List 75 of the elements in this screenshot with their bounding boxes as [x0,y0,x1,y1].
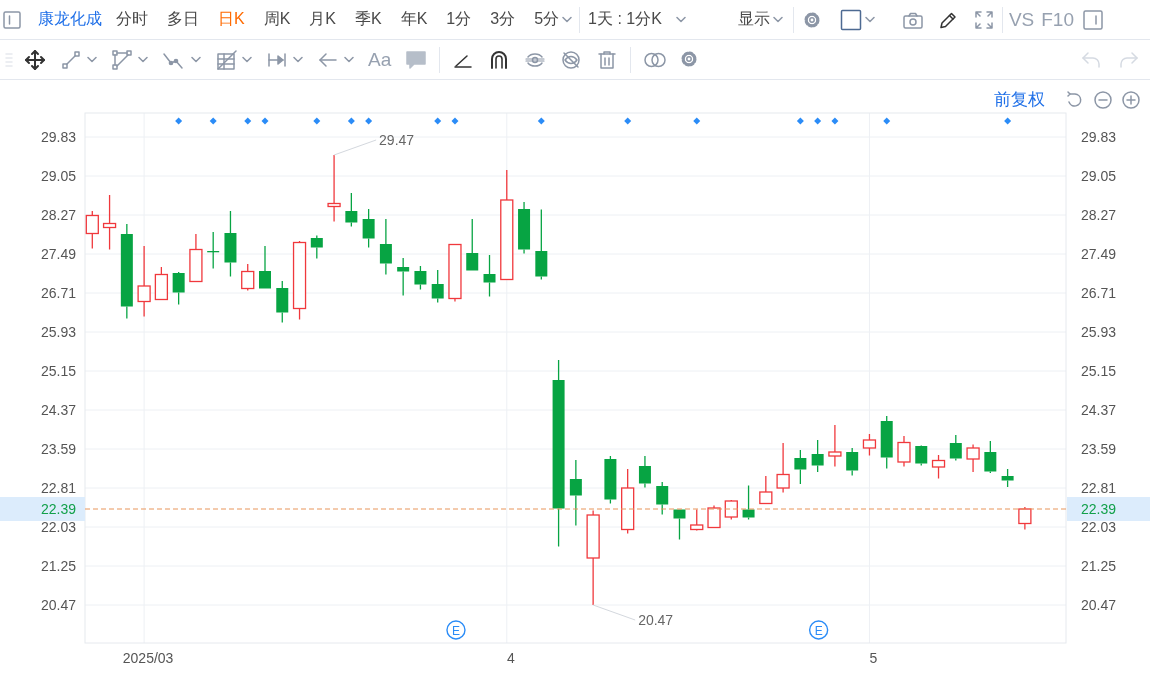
axis-label: 23.59 [40,441,76,457]
axis-label: 29.05 [40,168,76,184]
axis-label: 25.93 [1081,324,1117,340]
price-label: 29.47 [379,132,415,148]
last-price-label: 22.39 [0,497,85,521]
caret-icon[interactable] [242,56,252,63]
square-icon[interactable] [839,8,862,31]
expand-icon[interactable] [973,9,994,30]
axis-label: 27.49 [1081,246,1117,262]
period-tab[interactable]: 分时 [116,9,148,30]
caret-icon[interactable] [675,16,686,23]
axis-label: 21.25 [40,558,76,574]
caret-icon[interactable] [87,56,97,63]
adjustment-toggle[interactable]: 前复权 [994,88,1045,111]
axis-label: 27.49 [40,246,76,262]
date-label: 4 [506,650,515,666]
axis-label: 26.71 [40,285,76,301]
display-dropdown[interactable]: 显示 [737,9,783,30]
eye-off-icon[interactable] [560,48,583,71]
caret-icon[interactable] [138,56,148,63]
grid-drawing-icon[interactable] [215,48,237,71]
candlestick [448,243,462,303]
axis-label: 20.47 [1081,597,1117,613]
interval-dropdown[interactable]: 1天 : 1分K [588,9,686,30]
leader-line [592,604,636,621]
zoom-in-icon[interactable] [1121,89,1141,110]
price-label: 20.47 [638,612,674,628]
axis-label: 22.81 [1081,480,1117,496]
axis-label: 22.81 [40,480,76,496]
candlestick [811,439,824,473]
date-label: 2025/03 [122,650,174,666]
annotation: E [814,623,823,638]
polygon-icon[interactable] [111,48,133,71]
period-tab[interactable]: 年K [400,9,428,30]
comment-icon[interactable] [405,48,428,71]
axis-label: 22.03 [1081,519,1117,535]
axis-label: 20.47 [40,597,76,613]
axis-label: 21.25 [1081,558,1117,574]
caret-icon[interactable] [562,16,573,23]
caret-icon[interactable] [293,56,303,63]
annotation: E [451,623,460,638]
line-segment-icon[interactable] [60,48,82,71]
date-label: 5 [869,650,878,666]
axis-label: 29.83 [40,129,76,145]
leader-line [333,139,377,156]
trash-icon[interactable] [596,48,619,71]
period-tab[interactable]: 季K [355,9,382,30]
period-tab[interactable]: 周K [263,9,291,30]
sidebar-icon[interactable] [2,9,22,30]
axis-label: 24.37 [40,402,76,418]
axis-label: 24.37 [1081,402,1117,418]
last-price-label: 22.39 [1067,497,1150,521]
period-tab[interactable]: 多日 [167,9,199,30]
axis-label: 26.71 [1081,285,1117,301]
caret-icon[interactable] [864,16,875,23]
move-icon[interactable] [24,48,46,71]
axis-label: 28.27 [40,207,76,223]
period-tab[interactable]: 5分 [534,9,573,30]
period-tab[interactable]: 3分 [490,9,516,30]
stock-name[interactable]: 康龙化成 [38,9,102,30]
axis-label: 23.59 [1081,441,1117,457]
axis-label: 25.15 [1081,363,1117,379]
period-tab[interactable]: 1分 [446,9,472,30]
caret-icon[interactable] [191,56,201,63]
axis-label: 25.15 [40,363,76,379]
axis-label: 28.27 [1081,207,1117,223]
caret-icon[interactable] [344,56,354,63]
axis-label: 29.83 [1081,129,1117,145]
period-tab[interactable]: 月K [309,9,336,30]
caret-icon[interactable] [772,16,783,23]
axis-label: 25.93 [40,324,76,340]
axis-label: 22.03 [40,519,76,535]
axis-label: 29.05 [1081,168,1117,184]
zoom-out-icon[interactable] [1093,89,1113,110]
panel-icon[interactable] [1082,8,1104,31]
